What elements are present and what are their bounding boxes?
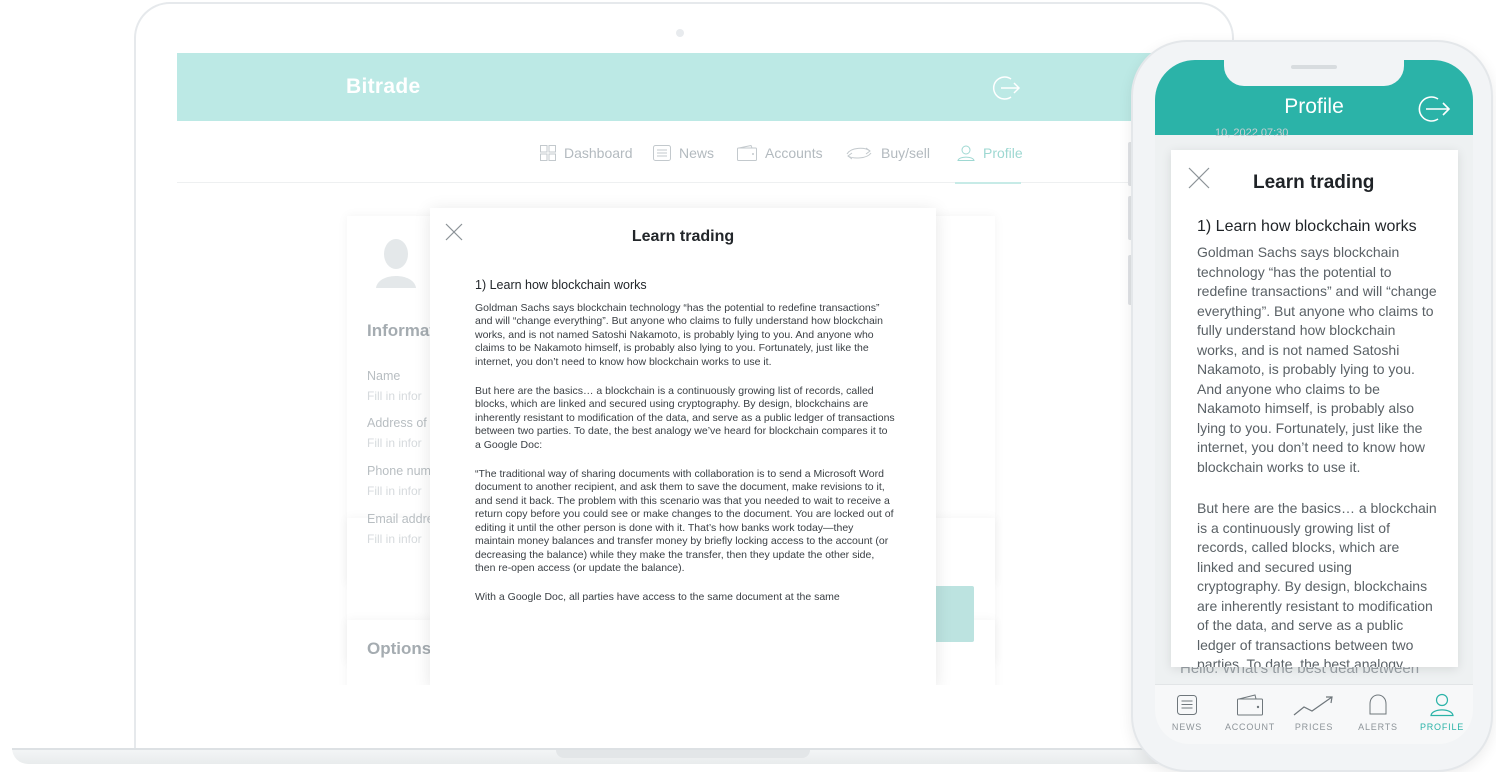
email-input[interactable]: Fill in infor [367,532,422,546]
options-title: Options [367,639,432,658]
learn-trading-modal: Learn trading 1) Learn how blockchain wo… [430,208,936,685]
trend-icon [1293,696,1333,716]
tab-news[interactable]: NEWS [1157,693,1217,732]
address-input[interactable]: Fill in infor [367,436,422,450]
modal-paragraph: Goldman Sachs says blockchain technology… [475,302,883,368]
user-icon [957,145,975,161]
laptop-camera [676,29,684,37]
nav-profile-label: Profile [983,145,1023,161]
tab-profile[interactable]: PROFILE [1412,693,1472,732]
tab-profile-label: PROFILE [1419,722,1465,732]
nav-accounts-label: Accounts [765,145,823,161]
name-input[interactable]: Fill in infor [367,389,422,403]
exchange-icon [846,147,872,160]
tab-alerts-label: ALERTS [1358,722,1398,732]
tab-account[interactable]: ACCOUNT [1220,693,1280,732]
news-icon [653,145,671,161]
mobile-learn-trading-modal: Learn trading 1) Learn how blockchain wo… [1171,150,1458,667]
nav-buy-sell[interactable]: Buy/sell [845,143,930,163]
tab-news-label: NEWS [1171,722,1203,732]
wallet-icon [737,145,757,161]
mobile-screen: Profile 10, 2022 07:30 Hello. What’s the… [1155,60,1473,744]
logout-icon[interactable] [1414,94,1452,124]
tab-prices[interactable]: PRICES [1284,693,1344,732]
modal-paragraph: But here are the basics… a blockchain is… [475,385,895,451]
tab-account-label: ACCOUNT [1224,722,1276,732]
nav-dashboard-label: Dashboard [564,145,633,161]
app-logo[interactable]: Bitrade [346,75,420,99]
close-icon[interactable] [1188,167,1210,189]
modal-paragraph: “The traditional way of sharing document… [475,468,894,574]
information-title: Informat [367,321,435,340]
avatar [376,239,416,288]
nav-accounts[interactable]: Accounts [737,143,823,163]
phone-notch [1224,58,1404,86]
modal-title: Learn trading [631,228,735,245]
dashboard-icon [540,145,556,161]
nav-dashboard[interactable]: Dashboard [540,143,633,163]
nav-active-indicator [955,182,1021,184]
main-nav: Dashboard News Accounts Buy/sell Profile [177,121,1177,183]
nav-news[interactable]: News [653,143,714,163]
nav-news-label: News [679,145,715,161]
nav-profile[interactable]: Profile [957,143,1023,163]
desktop-screen: Bitrade Dashboard News Accounts Buy/sell… [177,53,1177,685]
mobile-modal-paragraph: Goldman Sachs says blockchain technology… [1197,244,1437,475]
tab-prices-label: PRICES [1294,722,1334,732]
save-button[interactable] [932,586,974,642]
phone-input[interactable]: Fill in infor [367,484,422,498]
address-label: Address of [367,416,427,430]
user-icon [1430,693,1454,717]
mobile-modal-heading: 1) Learn how blockchain works [1197,218,1417,235]
mobile-modal-body[interactable]: 1) Learn how blockchain works Goldman Sa… [1197,218,1437,667]
mobile-tab-bar: NEWS ACCOUNT PRICES ALERTS PROFILE [1155,684,1473,744]
wallet-icon [1237,694,1263,716]
modal-heading: 1) Learn how blockchain works [475,278,647,292]
background-timestamp: 10, 2022 07:30 [1215,127,1289,139]
laptop-notch [556,750,810,758]
email-label: Email addre [367,512,434,526]
mobile-modal-title: Learn trading [1253,172,1375,193]
mobile-modal-paragraph: But here are the basics… a blockchain is… [1197,500,1437,667]
phone-label: Phone num [367,464,431,478]
showcase-stage: Bitrade Dashboard News Accounts Buy/sell… [0,0,1496,772]
tab-alerts[interactable]: ALERTS [1348,693,1408,732]
modal-body[interactable]: 1) Learn how blockchain works Goldman Sa… [475,278,895,621]
modal-paragraph: With a Google Doc, all parties have acce… [475,591,840,604]
phone-speaker [1291,65,1337,69]
app-header: Bitrade [177,53,1177,121]
name-label: Name [367,369,401,383]
news-icon [1177,695,1197,715]
bell-icon [1369,694,1387,715]
nav-buy-sell-label: Buy/sell [881,145,931,161]
logout-icon[interactable] [990,75,1022,101]
